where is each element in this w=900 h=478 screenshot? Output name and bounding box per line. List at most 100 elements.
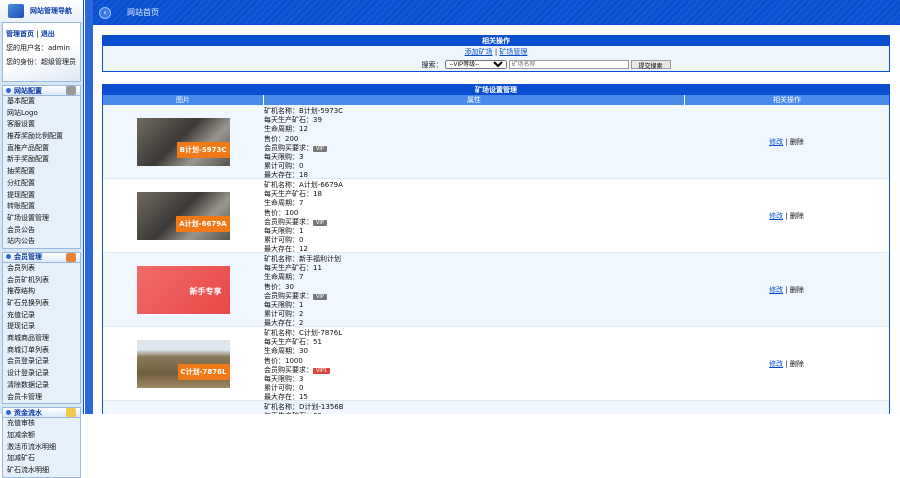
sidebar-logo: 网站管理导航 — [0, 0, 83, 22]
attribute-line: 矿机名称：新手福利计划 — [264, 255, 341, 263]
attribute-line: 每天限购：3 — [264, 153, 304, 162]
sidebar-item[interactable]: 加减矿石 — [3, 453, 80, 465]
sidebar-item[interactable]: 商城商品管理 — [3, 333, 80, 345]
vip-badge: VIP — [313, 293, 327, 300]
attribute-line: 每天生产矿石：39 — [264, 116, 322, 125]
sidebar-item[interactable]: 抽奖配置 — [3, 166, 80, 178]
user-box: 管理首页 | 退出 您的用户名：admin 您的身份：超级管理员 — [2, 22, 81, 82]
sidebar-item[interactable]: 会员列表 — [3, 263, 80, 275]
add-mine-link[interactable]: 添加矿场 — [465, 48, 493, 56]
username: 您的用户名：admin — [6, 44, 70, 52]
sidebar-item[interactable]: 转账配置 — [3, 201, 80, 213]
header-attributes: 属性 — [263, 95, 684, 105]
sidebar-items: 充值审核 加减余额 激活币流水明细 加减矿石 矿石流水明细 — [2, 418, 81, 478]
attribute-line: 累计可购：0 — [264, 384, 304, 393]
attribute-line: 每天限购：1 — [264, 227, 304, 236]
delete-link[interactable]: 删除 — [790, 359, 804, 369]
section-title: 会员管理 — [14, 253, 42, 262]
section-title: 资金流水 — [14, 408, 42, 417]
attribute-line: 会员购买要求： VIP1 — [264, 366, 684, 375]
table-row: A计划-6679A 矿机名称：A计划-6679A 每天生产矿石：18 生命周期：7 售价… — [103, 179, 889, 253]
admin-home-link[interactable]: 管理首页 — [6, 30, 34, 38]
attribute-line: 累计可购：0 — [264, 236, 304, 245]
attribute-line: 生命周期：7 — [264, 273, 304, 282]
sidebar-scrollbar[interactable] — [85, 0, 93, 414]
edit-link[interactable]: 修改 — [769, 137, 783, 147]
sidebar-item[interactable]: 网站Logo — [3, 108, 80, 120]
user-role: 您的身份：超级管理员 — [6, 58, 76, 66]
page-title: 网站首页 — [127, 8, 159, 17]
sidebar-item[interactable]: 基本配置 — [3, 96, 80, 108]
sidebar-item[interactable]: 激活币流水明细 — [3, 442, 80, 454]
search-label: 搜索： — [421, 60, 443, 69]
bullet-icon — [6, 254, 11, 260]
edit-link[interactable]: 修改 — [769, 359, 783, 369]
sidebar-item[interactable]: 站内公告 — [3, 236, 80, 248]
sidebar-item[interactable]: 新手奖励配置 — [3, 154, 80, 166]
header-actions: 相关操作 — [684, 95, 889, 105]
sidebar-item[interactable]: 加减余额 — [3, 430, 80, 442]
attribute-line: 售价：30 — [264, 282, 294, 291]
mine-manage-link[interactable]: 矿场管理 — [499, 48, 527, 56]
vip-badge: VIP1 — [313, 367, 331, 374]
attribute-line: 矿机名称：D计划-1356B — [264, 403, 344, 411]
delete-link[interactable]: 删除 — [790, 137, 804, 147]
delete-link[interactable]: 删除 — [790, 285, 804, 295]
sidebar-section-header[interactable]: 会员管理 — [2, 251, 81, 263]
sidebar-section-header[interactable]: 资金流水 — [2, 407, 81, 419]
sidebar-item[interactable]: 客服设置 — [3, 119, 80, 131]
sidebar-item[interactable]: 矿场设置管理 — [3, 213, 80, 225]
attribute-line: 累计可购：2 — [264, 310, 304, 319]
logout-link[interactable]: 退出 — [41, 30, 55, 38]
section-title: 网站配置 — [14, 86, 42, 95]
sidebar-item[interactable]: 会员公告 — [3, 225, 80, 237]
vip-badge: VIP — [313, 219, 327, 226]
sidebar-item[interactable]: 会员登录记录 — [3, 356, 80, 368]
attribute-line: 每天生产矿石：11 — [264, 264, 322, 273]
sidebar-item[interactable]: 矿石流水明细 — [3, 465, 80, 477]
monitor-icon — [8, 4, 24, 18]
table-row: 新手专享 矿机名称：新手福利计划 每天生产矿石：11 生命周期：7 售价：30 会员购买要… — [103, 253, 889, 327]
logo-text: 网站管理导航 — [30, 7, 72, 15]
sidebar-item[interactable]: 提现记录 — [3, 321, 80, 333]
table-header: 图片 属性 相关操作 — [103, 95, 889, 105]
sidebar-item[interactable]: 推荐奖励比例配置 — [3, 131, 80, 143]
sidebar-item[interactable]: 清除数据记录 — [3, 380, 80, 392]
table-row: C计划-7876L 矿机名称：C计划-7876L 每天生产矿石：51 生命周期：30 售… — [103, 327, 889, 401]
back-icon[interactable]: ‹ — [99, 6, 111, 19]
sidebar-item[interactable]: 商城订单列表 — [3, 345, 80, 357]
bullet-icon — [6, 87, 11, 93]
mine-name-input[interactable] — [508, 60, 629, 69]
image-caption: C计划-7876L — [177, 363, 230, 380]
sidebar-item[interactable]: 充值审核 — [3, 418, 80, 430]
sidebar-item[interactable]: 推荐结构 — [3, 286, 80, 298]
attribute-line: 生命周期：30 — [264, 347, 308, 356]
edit-link[interactable]: 修改 — [769, 285, 783, 295]
table-row: D计划-1356B矿机名称：D计划-1356B每天生产矿石：62生命周期：30售… — [103, 401, 889, 414]
sidebar-section-header[interactable]: 网站配置 — [2, 85, 81, 96]
attribute-line: 售价：200 — [264, 134, 299, 143]
sidebar-item[interactable]: 矿石兑换列表 — [3, 298, 80, 310]
section-icon — [66, 408, 76, 418]
sidebar-item[interactable]: 直推产品配置 — [3, 143, 80, 155]
attribute-line: 每天生产矿石：18 — [264, 190, 322, 199]
delete-link[interactable]: 删除 — [790, 211, 804, 221]
attribute-line: 矿机名称：B计划-5973C — [264, 107, 344, 115]
section-icon — [66, 86, 76, 95]
mine-image: C计划-7876L — [136, 339, 230, 388]
vip-level-select[interactable]: --VIP等级-- — [444, 60, 507, 69]
image-caption: 新手专享 — [189, 286, 222, 296]
mine-list-panel: 矿场设置管理 图片 属性 相关操作 B计划-5973C 矿机名称：B计划-5973… — [102, 84, 890, 414]
attribute-line: 每天限购：3 — [264, 375, 304, 384]
submit-search-button[interactable]: 提交搜索 — [630, 60, 671, 70]
attribute-line: 累计可购：0 — [264, 162, 304, 171]
sidebar-item[interactable]: 提现配置 — [3, 190, 80, 202]
attribute-line: 会员购买要求： VIP — [264, 218, 684, 227]
edit-link[interactable]: 修改 — [769, 211, 783, 221]
sidebar-item[interactable]: 会员矿机列表 — [3, 275, 80, 287]
sidebar-item[interactable]: 分红配置 — [3, 178, 80, 190]
sidebar-item[interactable]: 设计登录记录 — [3, 368, 80, 380]
sidebar-item[interactable]: 会员卡管理 — [3, 392, 80, 404]
attribute-line: 矿机名称：A计划-6679A — [264, 181, 343, 189]
sidebar-item[interactable]: 充值记录 — [3, 310, 80, 322]
